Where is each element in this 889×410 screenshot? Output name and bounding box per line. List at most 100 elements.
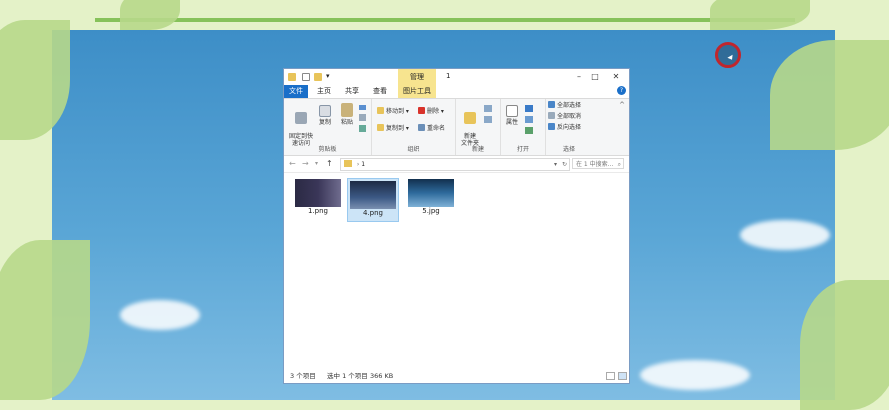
leaf-decoration [710, 0, 810, 30]
tab-home[interactable]: 主页 [312, 85, 336, 98]
file-explorer-window: ▾ 管理 1 – □ ✕ 文件 主页 共享 查看 图片工具 ? 固定到快 速访问… [283, 68, 630, 384]
folder-icon [344, 160, 352, 167]
address-bar[interactable]: › 1 ▾ ↻ [340, 158, 570, 171]
invert-selection-button[interactable]: 反向选择 [548, 123, 581, 132]
item-count: 3 个项目 [290, 372, 316, 380]
large-icons-view-icon[interactable] [618, 372, 627, 380]
new-item-icon[interactable] [484, 105, 492, 112]
file-name: 1.png [307, 207, 328, 215]
file-item-5jpg[interactable]: 5.jpg [405, 179, 457, 215]
delete-button[interactable]: 删除 ▾ [418, 107, 444, 116]
easy-access-icon[interactable] [484, 116, 492, 123]
delete-icon [418, 107, 425, 114]
ribbon: 固定到快 速访问 复制 粘贴 剪贴板 移动到 ▾ 复制到 ▾ 删除 ▾ 重命名 … [284, 99, 629, 156]
details-view-icon[interactable] [606, 372, 615, 380]
new-folder-quick-icon[interactable] [314, 73, 322, 81]
manage-context-tab[interactable]: 管理 [398, 69, 436, 85]
help-icon[interactable]: ? [617, 86, 626, 95]
forward-arrow-icon[interactable]: → [302, 159, 309, 168]
paste-icon [341, 103, 353, 117]
new-group: 新建 文件夹 新建 [456, 99, 501, 155]
properties-quick-icon[interactable] [302, 73, 310, 81]
image-thumbnail [408, 179, 454, 207]
search-icon: ⌕ [617, 161, 621, 168]
move-to-button[interactable]: 移动到 ▾ [377, 107, 409, 116]
image-thumbnail [295, 179, 341, 207]
copy-to-button[interactable]: 复制到 ▾ [377, 124, 409, 133]
back-arrow-icon[interactable]: ← [289, 159, 296, 168]
history-icon[interactable] [525, 127, 533, 134]
cloud [640, 360, 750, 390]
clipboard-group: 固定到快 速访问 复制 粘贴 剪贴板 [284, 99, 372, 155]
maximize-button[interactable]: □ [587, 71, 603, 82]
address-dropdown-icon[interactable]: ▾ [554, 159, 557, 170]
select-none-button[interactable]: 全部取消 [548, 112, 581, 121]
window-title: 1 [446, 72, 451, 80]
cloud [740, 220, 830, 250]
rename-button[interactable]: 重命名 [418, 124, 445, 133]
tab-view[interactable]: 查看 [368, 85, 392, 98]
leaf-decoration [120, 0, 180, 30]
group-label: 组织 [407, 146, 420, 153]
customize-quick-access-icon[interactable]: ▾ [326, 72, 330, 80]
organize-group: 移动到 ▾ 复制到 ▾ 删除 ▾ 重命名 组织 [372, 99, 456, 155]
edit-icon[interactable] [525, 116, 533, 123]
open-group: 属性 打开 [501, 99, 546, 155]
copy-button[interactable]: 复制 [316, 105, 334, 126]
breadcrumb-separator-icon[interactable]: › [357, 161, 359, 168]
tab-share[interactable]: 共享 [340, 85, 364, 98]
leaf-decoration [800, 280, 889, 410]
cut-icon[interactable] [359, 105, 366, 110]
close-button[interactable]: ✕ [608, 71, 624, 82]
address-path[interactable]: 1 [361, 161, 365, 168]
group-label: 打开 [516, 146, 529, 153]
tab-picture-tools[interactable]: 图片工具 [398, 85, 436, 98]
group-label: 剪贴板 [318, 146, 337, 153]
new-folder-icon [464, 112, 476, 124]
open-icon[interactable] [525, 105, 533, 112]
selection-count: 选中 1 个项目 [327, 372, 368, 380]
pin-quick-access-button[interactable]: 固定到快 速访问 [286, 105, 316, 147]
leaf-decoration [770, 40, 889, 150]
selection-size: 366 KB [370, 372, 394, 380]
copy-path-icon[interactable] [359, 114, 366, 121]
address-bar-row: ← → ▾ ↑ › 1 ▾ ↻ 在 1 中搜索... ⌕ [284, 156, 629, 173]
file-name: 5.jpg [422, 207, 440, 215]
status-bar: 3 个项目 选中 1 个项目 366 KB [284, 369, 629, 383]
file-list: 1.png 4.png 5.jpg [284, 173, 629, 370]
ribbon-tabs: 文件 主页 共享 查看 图片工具 ? [284, 85, 629, 99]
image-thumbnail [350, 181, 396, 209]
paste-button[interactable]: 粘贴 [338, 103, 356, 126]
properties-button[interactable]: 属性 [503, 105, 521, 126]
minimize-button[interactable]: – [571, 71, 587, 82]
select-all-icon [548, 101, 555, 108]
file-name: 4.png [362, 209, 383, 217]
copy-to-icon [377, 124, 384, 131]
new-folder-button[interactable]: 新建 文件夹 [458, 105, 482, 147]
copy-icon [319, 105, 331, 117]
tab-file[interactable]: 文件 [284, 85, 308, 98]
select-none-icon [548, 112, 555, 119]
group-label: 新建 [471, 146, 484, 153]
cursor-highlight [715, 42, 741, 68]
recent-locations-icon[interactable]: ▾ [315, 160, 318, 167]
pin-icon [295, 112, 307, 124]
select-all-button[interactable]: 全部选择 [548, 101, 581, 110]
group-label: 选择 [562, 146, 575, 153]
frame-line [95, 18, 795, 22]
move-icon [377, 107, 384, 114]
up-arrow-icon[interactable]: ↑ [326, 159, 333, 168]
search-input[interactable]: 在 1 中搜索... ⌕ [572, 158, 624, 169]
rename-icon [418, 124, 425, 131]
properties-icon [506, 105, 518, 117]
cloud [120, 300, 200, 330]
collapse-ribbon-icon[interactable]: ^ [619, 101, 625, 109]
title-bar[interactable]: ▾ 管理 1 – □ ✕ [284, 69, 629, 85]
file-item-1png[interactable]: 1.png [292, 179, 344, 215]
file-item-4png[interactable]: 4.png [347, 178, 399, 222]
select-group: 全部选择 全部取消 反向选择 选择 [546, 99, 592, 155]
refresh-icon[interactable]: ↻ [562, 159, 567, 170]
folder-icon [288, 73, 296, 81]
invert-selection-icon [548, 123, 555, 130]
paste-shortcut-icon[interactable] [359, 125, 366, 132]
